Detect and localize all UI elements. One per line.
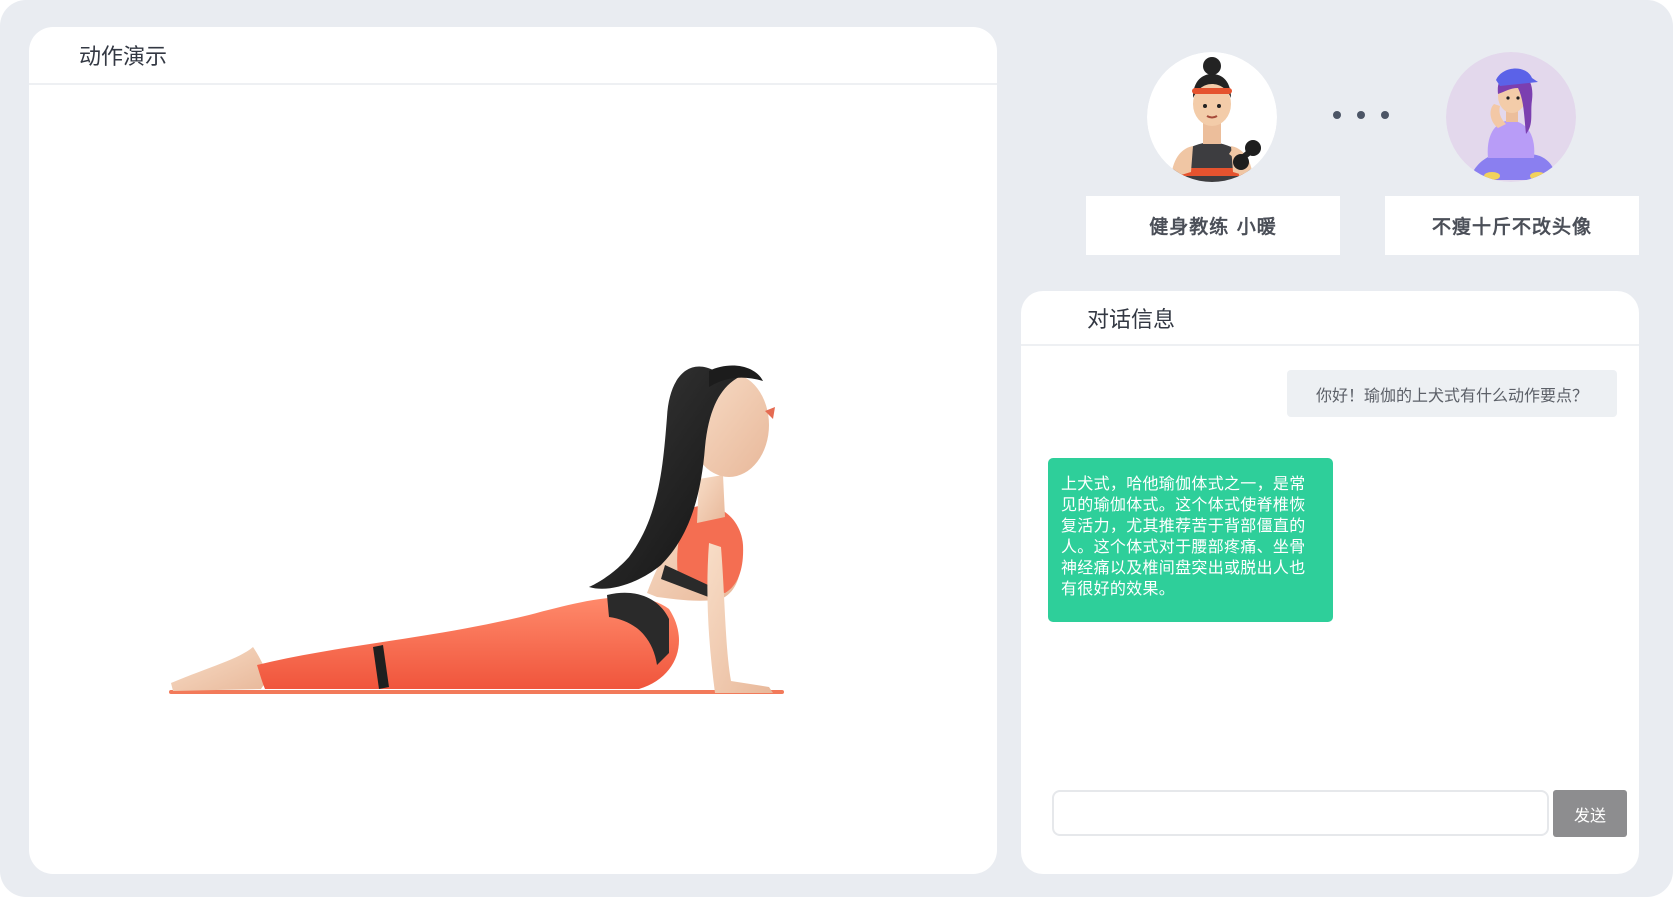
chat-panel-header: 对话信息 bbox=[1021, 291, 1639, 346]
chat-panel-title: 对话信息 bbox=[1087, 307, 1176, 333]
demo-panel-header: 动作演示 bbox=[29, 27, 997, 85]
yoga-pose-illustration bbox=[169, 365, 784, 694]
send-button[interactable]: 发送 bbox=[1553, 790, 1627, 837]
fitness-coach-avatar-icon bbox=[1147, 52, 1277, 182]
action-demo-panel: 动作演示 bbox=[29, 27, 997, 874]
avatar-name-coach: 健身教练 小暖 bbox=[1086, 196, 1340, 255]
user-message-bubble: 你好！瑜伽的上犬式有什么动作要点？ bbox=[1287, 370, 1617, 417]
avatar-card-user[interactable]: 不瘦十斤不改头像 bbox=[1385, 52, 1639, 255]
avatar-card-coach[interactable]: 健身教练 小暖 bbox=[1086, 52, 1340, 255]
app-frame: 动作演示 健身教练 小暖 不瘦十斤不改头像 对话信息 你好！瑜伽的上犬式有什么动… bbox=[0, 0, 1673, 897]
avatar-name-user: 不瘦十斤不改头像 bbox=[1385, 196, 1639, 255]
message-input[interactable] bbox=[1052, 790, 1549, 836]
more-dots-icon bbox=[1333, 108, 1389, 122]
demo-panel-title: 动作演示 bbox=[79, 45, 168, 70]
chat-panel: 对话信息 你好！瑜伽的上犬式有什么动作要点？ 上犬式，哈他瑜伽体式之一，是常见的… bbox=[1021, 291, 1639, 874]
bot-message-bubble: 上犬式，哈他瑜伽体式之一，是常见的瑜伽体式。这个体式使脊椎恢复活力，尤其推荐苦于… bbox=[1048, 458, 1333, 622]
user-avatar-icon bbox=[1446, 52, 1576, 182]
